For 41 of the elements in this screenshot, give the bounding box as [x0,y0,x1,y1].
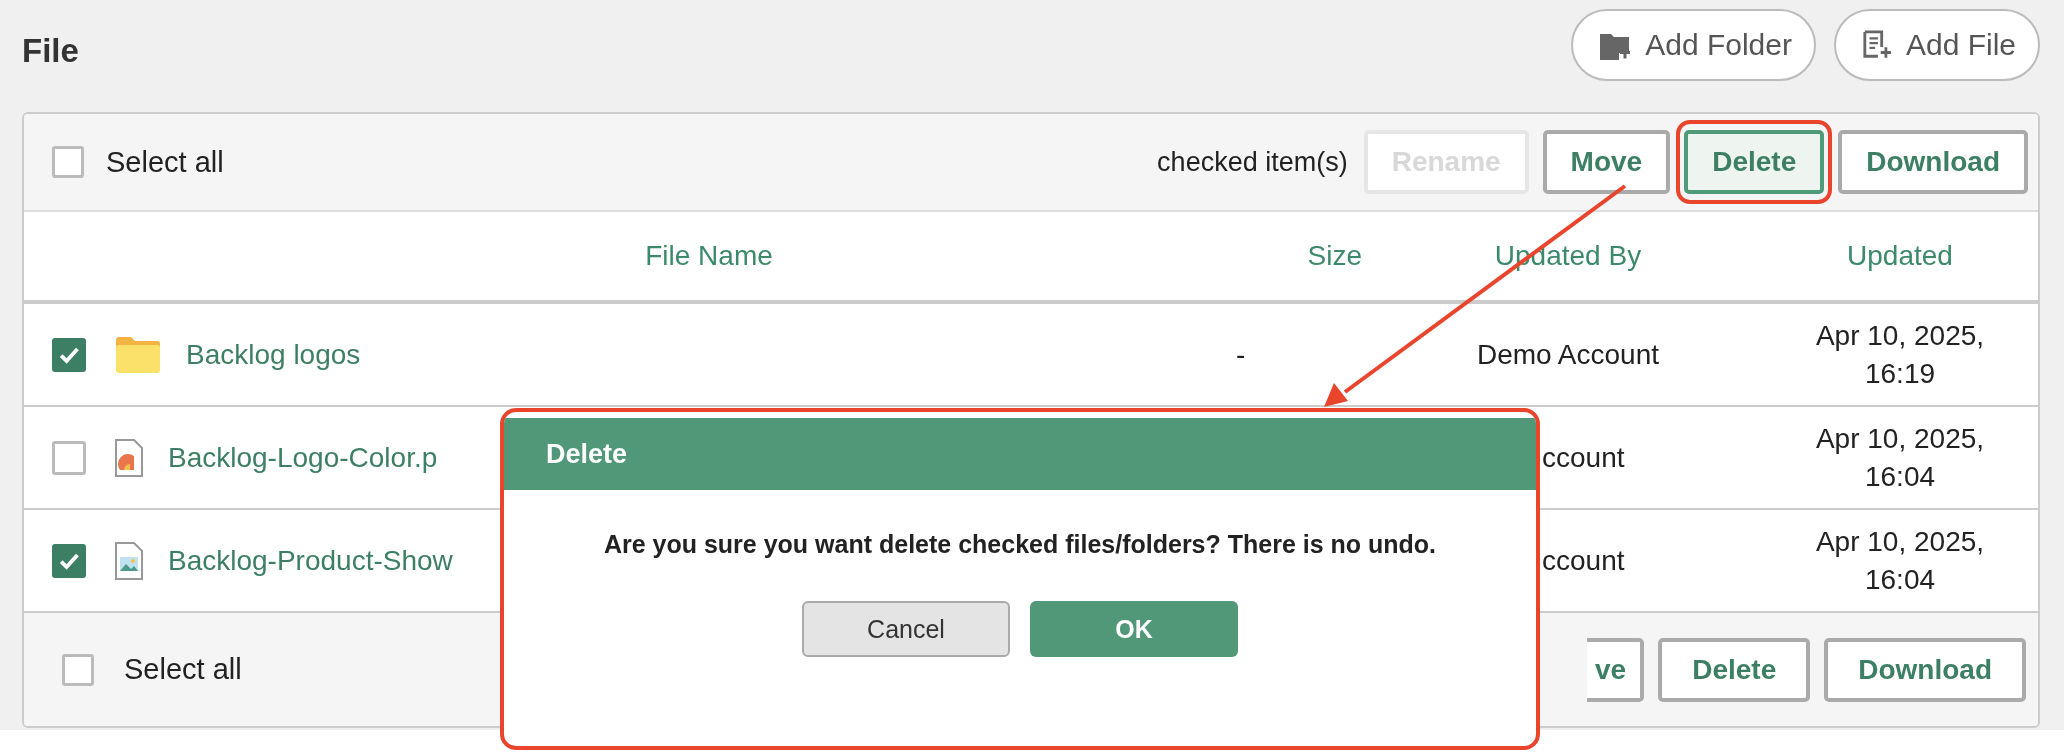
column-header[interactable]: File Name [24,240,1154,272]
ok-button[interactable]: OK [1030,601,1238,657]
file-name-link[interactable]: Backlog-Logo-Color.p [168,441,438,474]
size-cell-text: - [1235,338,1247,371]
row-checkbox[interactable] [52,543,86,578]
checked-items-label: checked item(s) [1157,146,1348,178]
add-folder-button[interactable]: Add Folder [1571,9,1816,81]
image-file-icon [114,540,144,581]
action-button[interactable]: ve [1587,637,1645,702]
folder-icon [114,334,162,375]
image-file-icon [114,437,144,478]
dialog-title: Delete [546,438,628,470]
cancel-button[interactable]: Cancel [802,601,1010,657]
add-file-button[interactable]: Add File [1833,9,2040,81]
page-title: File [22,32,79,70]
action-button[interactable]: Delete [1658,637,1811,702]
action-button[interactable]: Delete [1684,130,1825,194]
updated-date-text: 16:04 [1864,459,1936,494]
updated-by-cell: ccount [1542,441,1625,473]
action-button[interactable]: Download [1824,637,2026,702]
updated-date-text: 16:19 [1864,356,1936,391]
file-name-link[interactable]: Backlog-Product-Show [168,544,453,577]
select-all-checkbox[interactable] [52,146,84,178]
select-all-label: Select all [124,653,242,686]
file-name-link[interactable]: Backlog logos [186,338,361,371]
action-button[interactable]: Download [1838,130,2028,194]
updated-date-text: 16:04 [1864,562,1936,597]
updated-date-text: Apr 10, 2025, [1815,421,1985,456]
column-header[interactable]: Updated [1762,240,2038,272]
updated-date-text: Apr 10, 2025, [1815,524,1985,559]
document-plus-icon [1861,29,1892,61]
column-header[interactable]: Size [1154,240,1374,272]
updated-by-cell: Demo Account [1476,338,1660,370]
action-button[interactable]: Move [1542,130,1671,194]
select-all-label: Select all [106,145,224,179]
row-checkbox[interactable] [52,440,86,475]
select-all-checkbox[interactable] [62,653,94,686]
row-checkbox[interactable] [52,337,86,372]
dialog-message: Are you sure you want delete checked files/folders? There is no undo. [602,530,1438,559]
updated-by-cell: ccount [1542,544,1625,576]
updated-date-text: Apr 10, 2025, [1815,318,1985,353]
